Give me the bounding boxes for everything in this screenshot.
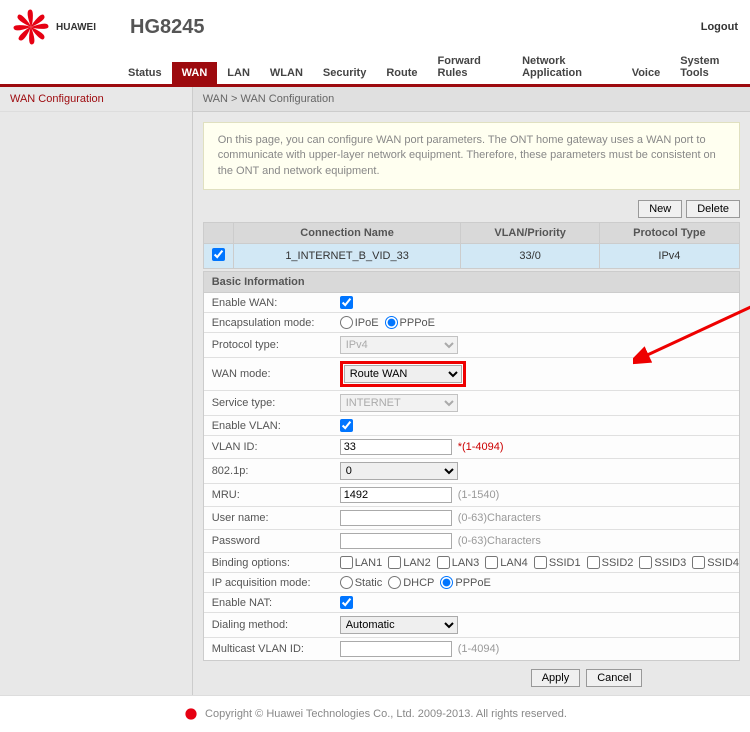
- enable-vlan-checkbox[interactable]: [340, 419, 353, 432]
- row-checkbox[interactable]: [212, 248, 225, 261]
- brand-text: HUAWEI: [56, 22, 96, 33]
- bind-lan3-checkbox[interactable]: [437, 556, 450, 569]
- mcast-vlan-input[interactable]: [340, 641, 452, 657]
- encaps-ipoe-radio[interactable]: [340, 316, 353, 329]
- username-input[interactable]: [340, 510, 452, 526]
- sidebar-item-wan-config[interactable]: WAN Configuration: [0, 87, 192, 112]
- vlan-id-input[interactable]: [340, 439, 452, 455]
- section-basic: Basic Information: [203, 271, 740, 293]
- nav-network-application[interactable]: Network Application: [512, 50, 622, 84]
- password-input[interactable]: [340, 533, 452, 549]
- nav-security[interactable]: Security: [313, 62, 376, 84]
- nav-lan[interactable]: LAN: [217, 62, 260, 84]
- footer: Copyright © Huawei Technologies Co., Ltd…: [0, 695, 750, 732]
- connection-table: Connection Name VLAN/Priority Protocol T…: [203, 222, 740, 269]
- cancel-button[interactable]: Cancel: [586, 669, 642, 687]
- enable-wan-checkbox[interactable]: [340, 296, 353, 309]
- col-proto: Protocol Type: [599, 223, 739, 244]
- apply-button[interactable]: Apply: [531, 669, 581, 687]
- breadcrumb: WAN > WAN Configuration: [193, 87, 750, 112]
- label-wan-mode: WAN mode:: [204, 368, 340, 380]
- encaps-pppoe-radio[interactable]: [385, 316, 398, 329]
- label-password: Password: [204, 535, 340, 547]
- label-service: Service type:: [204, 397, 340, 409]
- wan-mode-highlight: Route WAN: [340, 361, 466, 387]
- ip-pppoe-radio[interactable]: [440, 576, 453, 589]
- dial-method-select[interactable]: Automatic: [340, 616, 458, 634]
- main-nav: StatusWANLANWLANSecurityRouteForward Rul…: [0, 50, 750, 87]
- huawei-logo: HUAWEI: [12, 8, 120, 46]
- col-vlan: VLAN/Priority: [461, 223, 599, 244]
- sidebar: WAN Configuration: [0, 87, 193, 695]
- label-dial: Dialing method:: [204, 619, 340, 631]
- wan-mode-select[interactable]: Route WAN: [344, 365, 462, 383]
- nav-voice[interactable]: Voice: [622, 62, 671, 84]
- huawei-flower-icon: [12, 8, 50, 46]
- label-binding: Binding options:: [204, 557, 340, 569]
- col-name: Connection Name: [233, 223, 461, 244]
- label-vlan-id: VLAN ID:: [204, 441, 340, 453]
- label-encaps: Encapsulation mode:: [204, 317, 340, 329]
- nav-wan[interactable]: WAN: [172, 62, 218, 84]
- enable-nat-checkbox[interactable]: [340, 596, 353, 609]
- row-name: 1_INTERNET_B_VID_33: [233, 244, 461, 269]
- label-username: User name:: [204, 512, 340, 524]
- logout-link[interactable]: Logout: [701, 21, 738, 33]
- nav-system-tools[interactable]: System Tools: [670, 50, 750, 84]
- wan-form: Enable WAN: Encapsulation mode: IPoE PPP…: [203, 293, 740, 661]
- model-title: HG8245: [130, 16, 701, 39]
- copyright-text: Copyright © Huawei Technologies Co., Ltd…: [205, 708, 567, 720]
- label-ip-mode: IP acquisition mode:: [204, 577, 340, 589]
- nav-forward-rules[interactable]: Forward Rules: [428, 50, 513, 84]
- label-nat: Enable NAT:: [204, 597, 340, 609]
- bind-lan4-checkbox[interactable]: [485, 556, 498, 569]
- nav-wlan[interactable]: WLAN: [260, 62, 313, 84]
- nav-status[interactable]: Status: [118, 62, 172, 84]
- nav-route[interactable]: Route: [376, 62, 427, 84]
- new-button[interactable]: New: [638, 200, 682, 218]
- label-mcast: Multicast VLAN ID:: [204, 643, 340, 655]
- row-proto: IPv4: [599, 244, 739, 269]
- ip-static-radio[interactable]: [340, 576, 353, 589]
- bind-ssid3-checkbox[interactable]: [639, 556, 652, 569]
- mru-input[interactable]: [340, 487, 452, 503]
- bind-ssid1-checkbox[interactable]: [534, 556, 547, 569]
- label-enable-vlan: Enable VLAN:: [204, 420, 340, 432]
- 8021p-select[interactable]: 0: [340, 462, 458, 480]
- delete-button[interactable]: Delete: [686, 200, 740, 218]
- huawei-mini-icon: [183, 706, 199, 722]
- bind-lan2-checkbox[interactable]: [388, 556, 401, 569]
- table-row[interactable]: 1_INTERNET_B_VID_33 33/0 IPv4: [203, 244, 739, 269]
- col-check: [203, 223, 233, 244]
- row-vlan: 33/0: [461, 244, 599, 269]
- info-message: On this page, you can configure WAN port…: [203, 122, 740, 190]
- service-select: INTERNET: [340, 394, 458, 412]
- protocol-select: IPv4: [340, 336, 458, 354]
- label-enable-wan: Enable WAN:: [204, 297, 340, 309]
- bind-ssid2-checkbox[interactable]: [587, 556, 600, 569]
- ip-dhcp-radio[interactable]: [388, 576, 401, 589]
- label-8021p: 802.1p:: [204, 465, 340, 477]
- bind-lan1-checkbox[interactable]: [340, 556, 353, 569]
- label-proto: Protocol type:: [204, 339, 340, 351]
- bind-ssid4-checkbox[interactable]: [692, 556, 705, 569]
- label-mru: MRU:: [204, 489, 340, 501]
